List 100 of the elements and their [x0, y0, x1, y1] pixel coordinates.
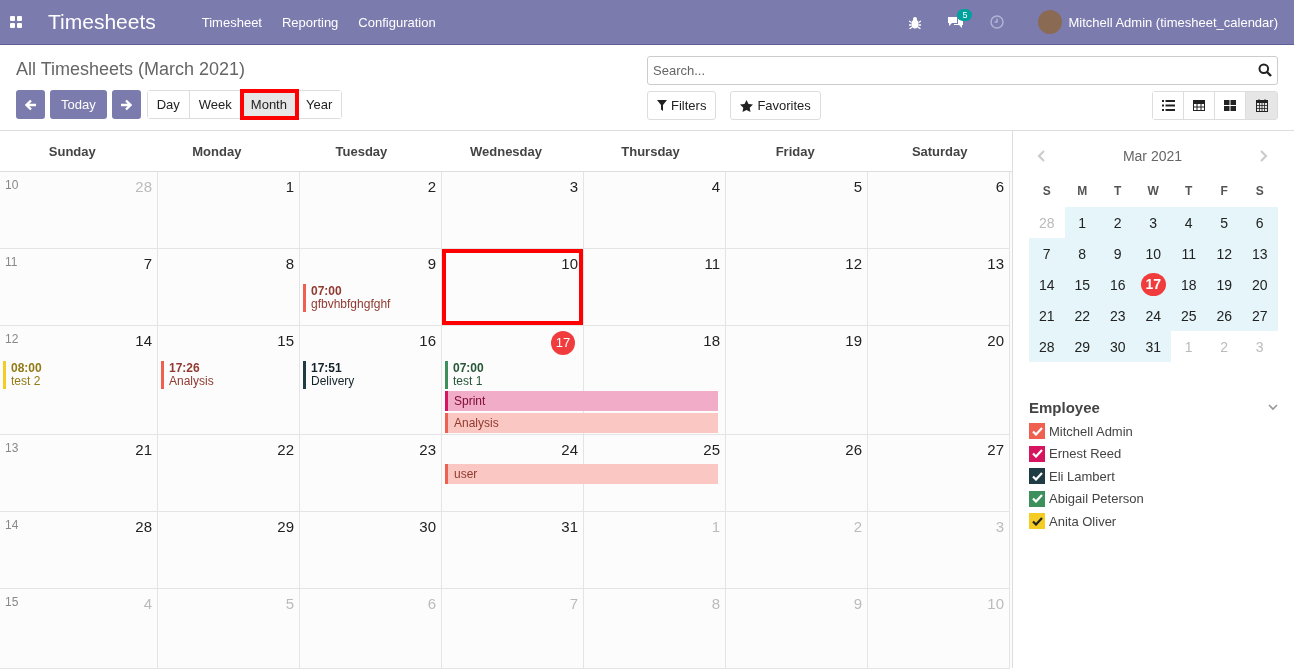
next-button[interactable]	[111, 90, 141, 119]
mini-calendar-day[interactable]: 1	[1078, 214, 1087, 231]
day-number: 27	[986, 440, 1005, 460]
day-number: 28	[134, 517, 153, 537]
day-number: 26	[844, 440, 863, 460]
filters-button[interactable]: Filters	[647, 91, 717, 120]
weekday-header: Wednesday	[469, 142, 543, 161]
weekday-label: S	[1041, 183, 1052, 200]
calendar-event-bar[interactable]: Sprint	[445, 391, 718, 411]
menu-item[interactable]: Configuration	[358, 14, 436, 30]
weekday-header: Tuesday	[334, 142, 389, 161]
employee-name[interactable]: Eli Lambert	[1049, 468, 1115, 484]
bug-icon[interactable]	[909, 15, 922, 29]
day-number: 21	[134, 440, 153, 460]
user-name[interactable]: Mitchell Admin (timesheet_calendar)	[1068, 14, 1278, 30]
event-title: Delivery	[311, 375, 356, 388]
star-icon[interactable]	[740, 99, 754, 112]
day-number: 12	[844, 254, 863, 274]
mini-calendar-day[interactable]: 7	[1042, 245, 1051, 262]
today-button[interactable]: Today	[50, 90, 107, 119]
employee-name[interactable]: Abigail Peterson	[1049, 491, 1144, 507]
day-number: 10	[986, 594, 1005, 614]
arrow-right-icon[interactable]	[120, 98, 133, 111]
table-icon[interactable]	[1193, 100, 1205, 111]
app-title: Timesheets	[48, 10, 156, 34]
search-field[interactable]: Search...	[647, 56, 1278, 85]
day-number: 18	[702, 331, 721, 351]
favorites-button[interactable]: Favorites	[730, 91, 821, 120]
weekday-header: Friday	[774, 142, 816, 161]
search-icon[interactable]	[1258, 63, 1272, 77]
event-time: 17:26	[169, 362, 201, 375]
day-number: 11	[703, 254, 721, 274]
page-title: All Timesheets (March 2021)	[16, 59, 247, 80]
day-number: 4	[710, 177, 721, 197]
day-number: 8	[284, 254, 295, 274]
day-number: 7	[142, 254, 153, 274]
employee-checkbox[interactable]	[1029, 490, 1045, 507]
mini-calendar-day[interactable]: 17	[1140, 273, 1166, 296]
day-number: 6	[994, 177, 1005, 197]
mini-calendar-day[interactable]: 3	[1149, 214, 1158, 231]
arrow-left-icon[interactable]	[24, 98, 37, 111]
apps-grid-icon[interactable]	[10, 16, 22, 28]
chat-icon[interactable]	[947, 15, 965, 29]
calendar-event-bar[interactable]: user	[445, 464, 718, 484]
day-number: 30	[418, 517, 437, 537]
event-time: 17:51	[311, 362, 343, 375]
week-number: 15	[5, 595, 19, 609]
day-number: 15	[276, 331, 295, 351]
employee-name[interactable]: Ernest Reed	[1049, 446, 1122, 462]
grid-icon[interactable]	[1224, 100, 1236, 111]
mini-calendar-title: Mar 2021	[1122, 148, 1183, 164]
calendar-event-bar[interactable]: Analysis	[445, 413, 718, 433]
day-number: 4	[142, 594, 153, 614]
view-scale-tab[interactable]: Day	[147, 91, 190, 118]
week-number: 12	[5, 332, 19, 346]
day-number: 9	[426, 254, 437, 274]
list-icon[interactable]	[1161, 100, 1175, 111]
employee-checkbox[interactable]	[1029, 445, 1045, 462]
employee-checkbox[interactable]	[1029, 513, 1045, 530]
day-number: 3	[568, 177, 579, 197]
day-number: 13	[986, 254, 1005, 274]
previous-button[interactable]	[16, 90, 45, 119]
week-number: 10	[5, 178, 19, 192]
menu-item[interactable]: Reporting	[282, 14, 339, 30]
event-title: gfbvhbfghgfghf	[311, 298, 392, 311]
list-view-button[interactable]	[1153, 92, 1184, 119]
view-scale-tab[interactable]: Month	[241, 91, 297, 118]
day-number: 6	[426, 594, 437, 614]
event-time: 07:00	[453, 362, 485, 375]
chevron-down-icon[interactable]	[1268, 404, 1278, 411]
event-title: test 1	[453, 375, 484, 388]
mini-calendar-day[interactable]: 8	[1078, 245, 1087, 262]
calendar-icon[interactable]	[1255, 99, 1268, 112]
weekday-label: T	[1184, 183, 1194, 200]
day-number: 24	[560, 440, 579, 460]
filter-icon[interactable]	[657, 100, 667, 111]
employee-name[interactable]: Anita Oliver	[1049, 513, 1117, 529]
mini-calendar-day[interactable]: 5	[1220, 214, 1229, 231]
weekday-header: Thursday	[620, 142, 681, 161]
day-number: 1	[710, 517, 721, 537]
mini-calendar-day[interactable]: 4	[1184, 214, 1193, 231]
calendar-event[interactable]: 17:51 Delivery	[303, 361, 439, 389]
menu-item[interactable]: Timesheet	[201, 14, 262, 30]
calendar-event[interactable]: 07:00 gfbvhbfghgfghf	[303, 284, 439, 312]
employee-name[interactable]: Mitchell Admin	[1049, 423, 1133, 439]
mini-calendar-day[interactable]: 6	[1255, 214, 1264, 231]
calendar-event[interactable]: 17:26 Analysis	[161, 361, 297, 389]
mini-calendar-day[interactable]: 2	[1113, 214, 1122, 231]
day-number: 9	[852, 594, 863, 614]
day-number: 29	[276, 517, 295, 537]
employee-checkbox[interactable]	[1029, 423, 1045, 440]
message-count-badge: 5	[957, 9, 973, 21]
employee-checkbox[interactable]	[1029, 468, 1045, 485]
week-number: 14	[5, 518, 19, 532]
mini-calendar-day[interactable]: 9	[1113, 245, 1122, 262]
day-number: 20	[986, 331, 1005, 351]
event-time: 08:00	[11, 362, 43, 375]
day-number: 7	[568, 594, 579, 614]
calendar-event[interactable]: 08:00 test 2	[3, 361, 155, 389]
calendar-view-button[interactable]	[1246, 92, 1277, 119]
